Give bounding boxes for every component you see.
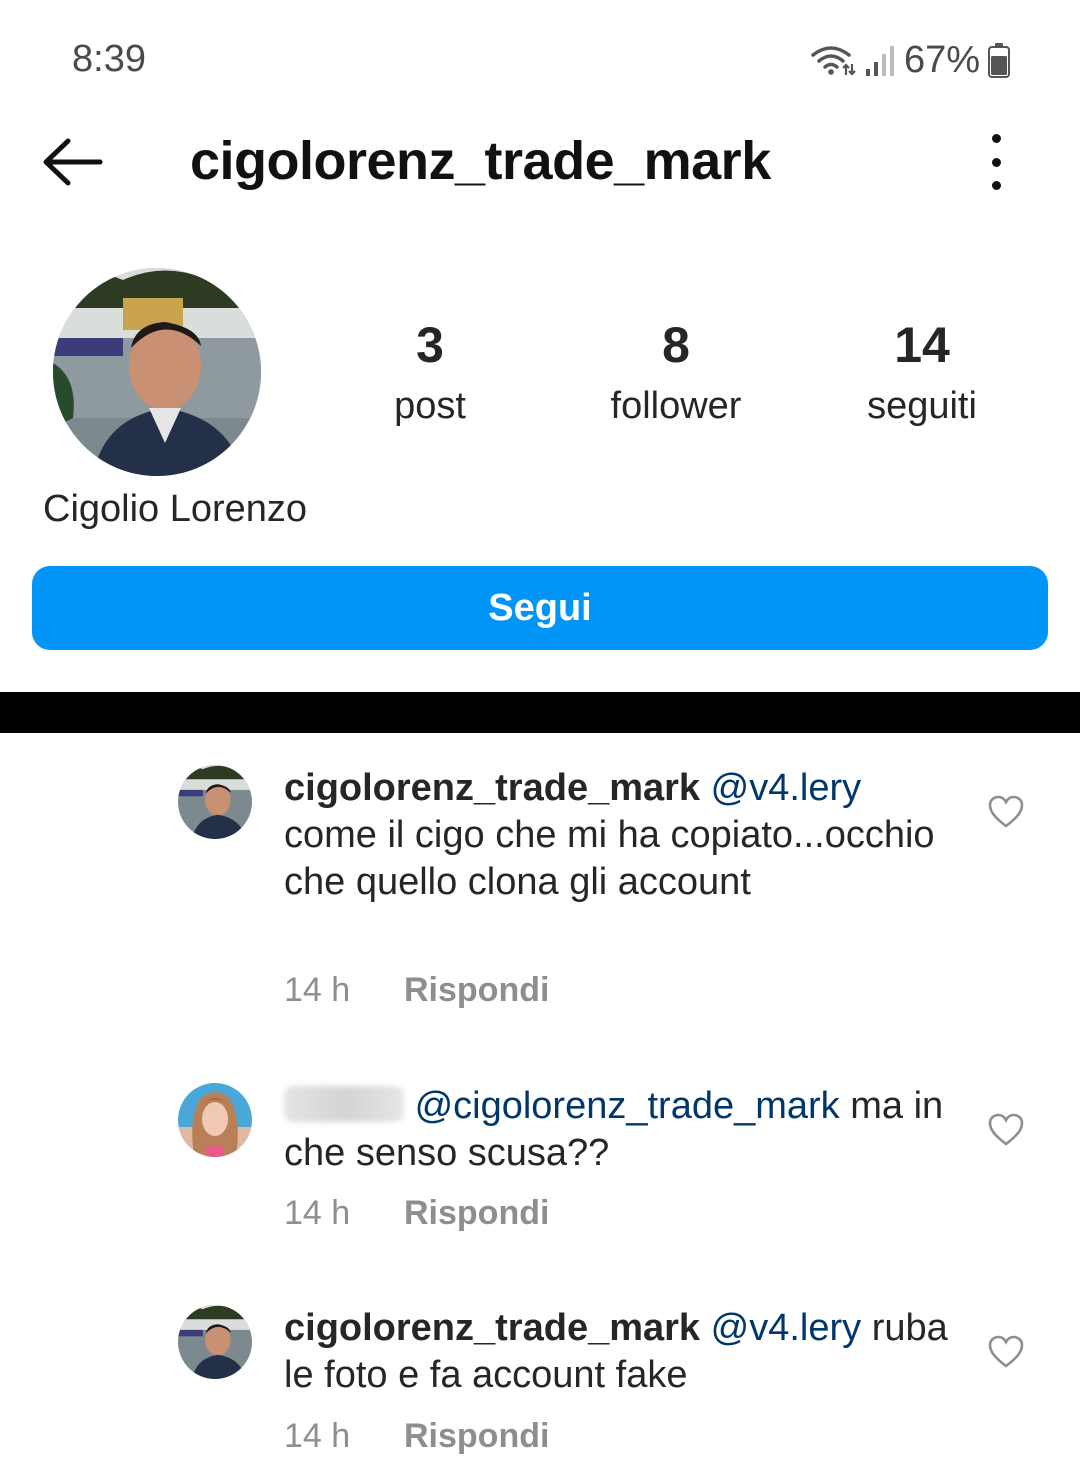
heart-icon[interactable] xyxy=(988,1335,1024,1369)
display-name: Cigolio Lorenzo xyxy=(43,488,308,530)
comment-username[interactable]: cigolorenz_trade_mark xyxy=(284,767,700,809)
followers-label: follower xyxy=(610,385,742,427)
battery-percent: 67% xyxy=(903,38,980,81)
heart-icon[interactable] xyxy=(988,1113,1024,1147)
comment-time: 14 h xyxy=(284,971,351,1009)
wifi-icon xyxy=(811,46,856,76)
profile-header: cigolorenz_trade_mark xyxy=(0,120,1080,210)
comment-meta: 14 h Rispondi xyxy=(284,971,549,1010)
divider-bar xyxy=(0,692,1080,733)
comment-username[interactable] xyxy=(284,1086,404,1122)
reply-button[interactable]: Rispondi xyxy=(404,1417,549,1456)
comment-avatar[interactable] xyxy=(178,1083,252,1157)
comment-text: cigolorenz_trade_mark @v4.lery come il c… xyxy=(284,765,954,906)
following-label: seguiti xyxy=(867,385,977,427)
posts-label: post xyxy=(394,385,466,427)
following-count: 14 xyxy=(894,317,950,373)
comment-time: 14 h xyxy=(284,1194,351,1232)
posts-stat[interactable]: 3 post xyxy=(310,316,550,438)
follow-button[interactable]: Segui xyxy=(32,566,1048,650)
page-title: cigolorenz_trade_mark xyxy=(190,131,771,191)
comment-mention[interactable]: @v4.lery xyxy=(711,767,862,809)
comment-time: 14 h xyxy=(284,1417,351,1455)
followers-stat[interactable]: 8 follower xyxy=(556,316,796,438)
back-arrow-icon xyxy=(43,138,103,186)
status-bar: 8:39 67% xyxy=(0,0,1080,120)
comment-meta: 14 h Rispondi xyxy=(284,1417,549,1456)
battery-icon xyxy=(988,43,1010,78)
comment-avatar[interactable] xyxy=(178,765,252,839)
posts-count: 3 xyxy=(416,317,444,373)
signal-icon xyxy=(865,46,894,76)
comment-mention[interactable]: @cigolorenz_trade_mark xyxy=(415,1085,840,1127)
comment-username[interactable]: cigolorenz_trade_mark xyxy=(284,1307,700,1349)
comment-mention[interactable]: @v4.lery xyxy=(711,1307,862,1349)
comment-body: come il cigo che mi ha copiato...occhio … xyxy=(284,814,935,903)
heart-icon[interactable] xyxy=(988,795,1024,829)
profile-avatar[interactable] xyxy=(53,268,261,476)
profile-stats: 3 post 8 follower 14 seguiti xyxy=(310,316,1050,436)
status-icons: 67% xyxy=(810,38,1010,82)
comment-avatar[interactable] xyxy=(178,1305,252,1379)
more-options-icon[interactable] xyxy=(978,134,1014,190)
followers-count: 8 xyxy=(662,317,690,373)
back-button[interactable] xyxy=(38,132,108,192)
reply-button[interactable]: Rispondi xyxy=(404,971,549,1010)
following-stat[interactable]: 14 seguiti xyxy=(802,316,1042,438)
comment-meta: 14 h Rispondi xyxy=(284,1194,549,1233)
comment-text: cigolorenz_trade_mark @v4.lery ruba le f… xyxy=(284,1305,954,1399)
reply-button[interactable]: Rispondi xyxy=(404,1194,549,1233)
comment-text: @cigolorenz_trade_mark ma in che senso s… xyxy=(284,1083,954,1177)
status-time: 8:39 xyxy=(72,38,146,80)
